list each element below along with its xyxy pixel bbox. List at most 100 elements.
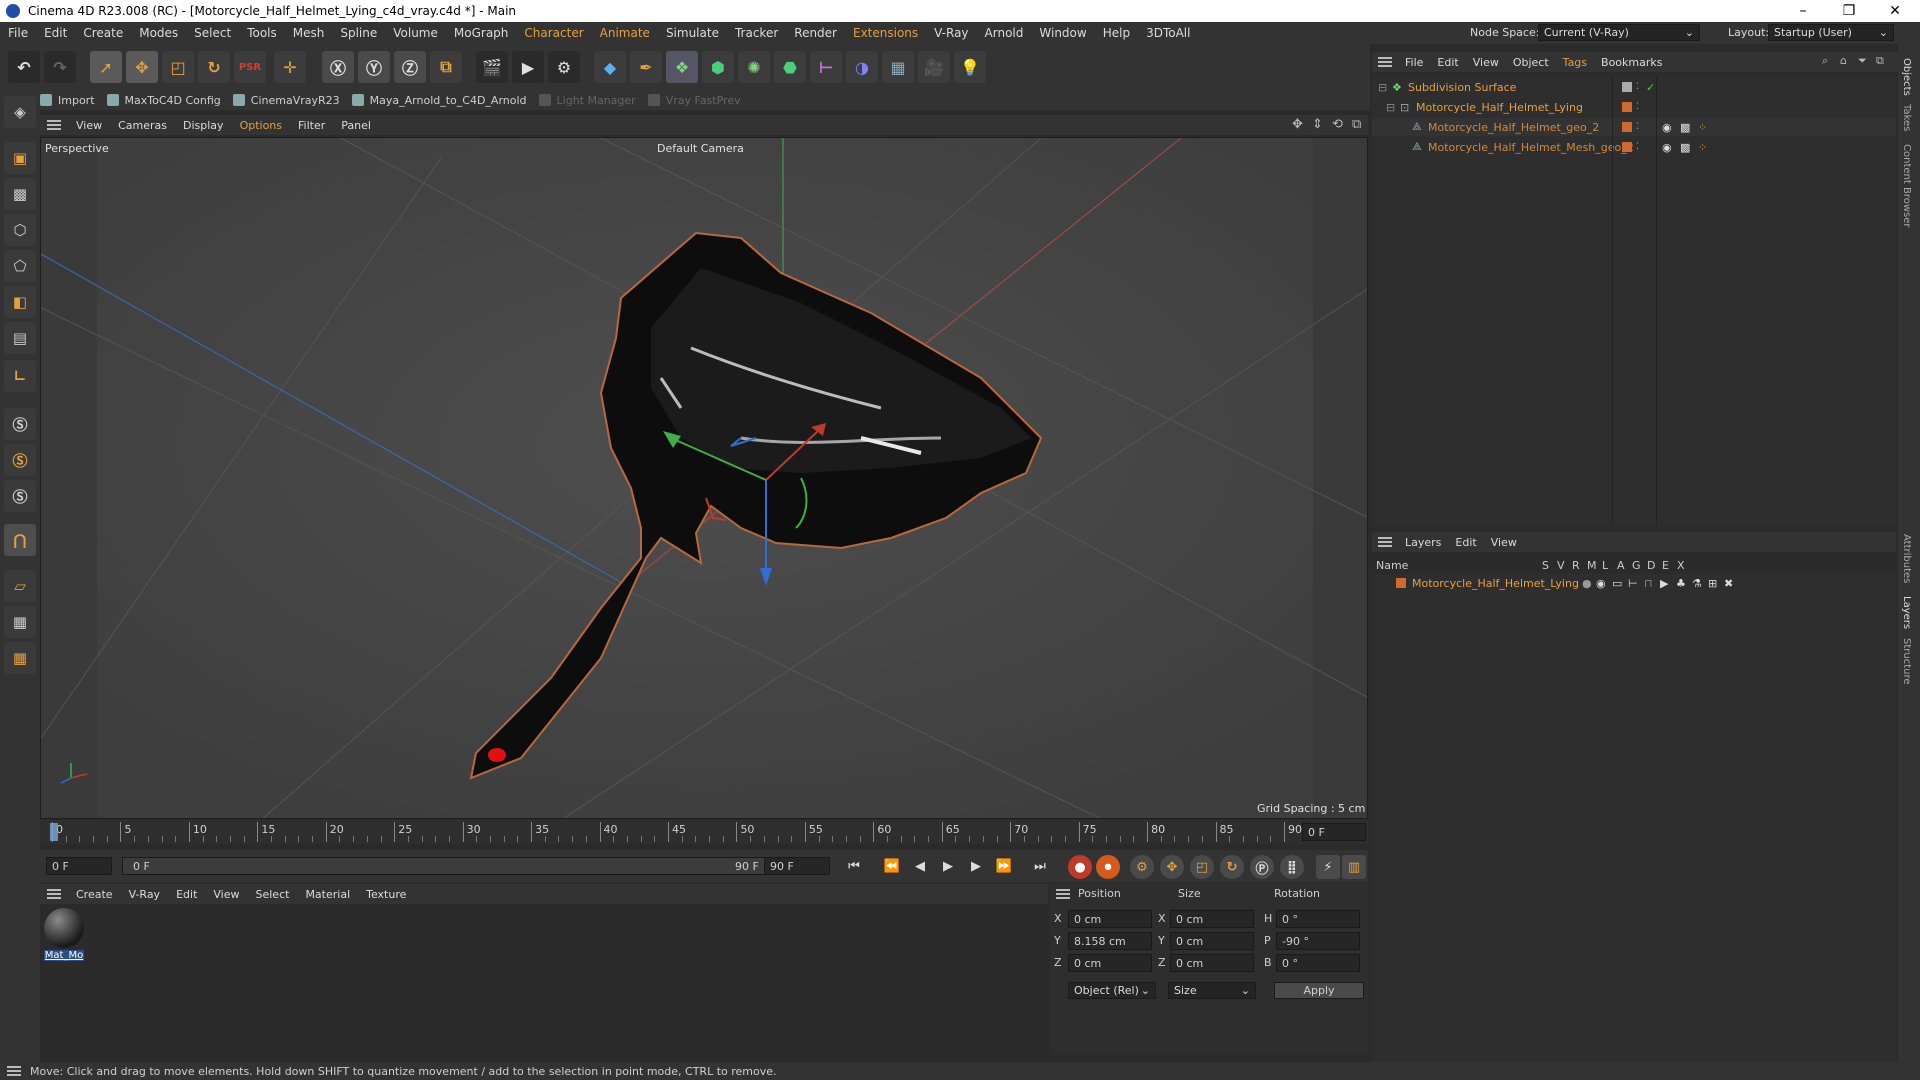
camera-name[interactable]: Default Camera [657, 142, 744, 155]
layer-menu-layers[interactable]: Layers [1398, 536, 1448, 549]
next-key-button[interactable]: ⏩ [994, 856, 1014, 876]
menu-modes[interactable]: Modes [131, 26, 186, 40]
rotate-tool-button[interactable]: ↻ [198, 51, 230, 83]
plugin-cinemavray[interactable]: CinemaVrayR23 [232, 94, 340, 107]
mograph-cloner-button[interactable]: ✺ [738, 51, 770, 83]
key-scale-button[interactable]: ◰ [1190, 855, 1214, 879]
plugin-vray-fastprev[interactable]: Vray FastPrev [647, 94, 741, 107]
tab-layers[interactable]: Layers [1901, 596, 1912, 629]
home-icon[interactable]: ⌂ [1840, 54, 1847, 67]
record-keys-button[interactable]: ● [1068, 855, 1092, 879]
visibility-dots-icon[interactable]: ⁚ [1636, 122, 1639, 132]
visibility-dots-icon[interactable]: ⁚ [1636, 82, 1639, 92]
previous-key-button[interactable]: ⏪ [882, 856, 902, 876]
plugin-maya-arnold[interactable]: Maya_Arnold_to_C4D_Arnold [351, 94, 527, 107]
size-field[interactable]: 0 cm [1170, 932, 1254, 950]
next-frame-button[interactable]: ▶ [966, 856, 986, 876]
cube-object-button[interactable]: ◆ [594, 51, 626, 83]
generators-icon[interactable]: ♣ [1676, 577, 1686, 590]
rotation-field[interactable]: -90 ° [1276, 932, 1360, 950]
menu-character[interactable]: Character [516, 26, 591, 40]
material-tag-icon[interactable]: ▩ [1680, 141, 1690, 154]
enabled-check-icon[interactable]: ✓ [1646, 81, 1655, 94]
edges-mode-button[interactable]: ⬠ [4, 250, 36, 282]
menu-v-ray[interactable]: V-Ray [926, 26, 976, 40]
search-icon[interactable]: ⌕ [1822, 54, 1828, 68]
field-button[interactable]: ◑ [846, 51, 878, 83]
go-to-end-button[interactable]: ⏭ [1030, 856, 1050, 876]
new-window-icon[interactable]: ⧉ [1876, 54, 1884, 68]
end-frame-field[interactable]: 90 F [764, 857, 830, 875]
material-menu-icon[interactable] [47, 889, 61, 899]
object-menu-bookmarks[interactable]: Bookmarks [1594, 56, 1669, 69]
y-axis-lock-button[interactable]: Ⓨ [358, 51, 390, 83]
node-space-select[interactable]: Current (V-Ray) ⌄ [1538, 24, 1700, 41]
object-menu-file[interactable]: File [1398, 56, 1430, 69]
material-tag-icon[interactable]: ▩ [1680, 121, 1690, 134]
solo-icon[interactable]: ● [1582, 577, 1592, 590]
position-field[interactable]: 0 cm [1068, 910, 1152, 928]
magnet-tool-button[interactable]: ⋂ [4, 524, 36, 556]
redo-button[interactable]: ↷ [44, 51, 76, 83]
expand-icon[interactable]: ⊟ [1378, 81, 1387, 94]
grid-button[interactable]: ▦ [4, 606, 36, 638]
menu-spline[interactable]: Spline [332, 26, 385, 40]
pan-view-icon[interactable]: ✥ [1292, 117, 1303, 132]
viewport-menu-view[interactable]: View [68, 119, 110, 132]
restore-button[interactable]: ❐ [1826, 0, 1872, 22]
menu-extensions[interactable]: Extensions [845, 26, 926, 40]
volume-builder-button[interactable]: ⬣ [774, 51, 806, 83]
camera-object-button[interactable]: 🎥 [918, 51, 950, 83]
material-menu-edit[interactable]: Edit [168, 888, 205, 901]
key-pla-button[interactable]: ⣿ [1280, 855, 1304, 879]
make-editable-button[interactable]: ◈ [4, 96, 36, 128]
menu-tracker[interactable]: Tracker [727, 26, 786, 40]
subdivision-button[interactable]: ❖ [666, 51, 698, 83]
object-menu-tags[interactable]: Tags [1556, 56, 1594, 69]
key-parameter-button[interactable]: Ⓟ [1250, 855, 1274, 879]
material-swatch[interactable]: Mat_Mo [44, 908, 84, 964]
dolly-view-icon[interactable]: ⇕ [1312, 117, 1323, 132]
rotation-field[interactable]: 0 ° [1276, 954, 1360, 972]
visible-eye-icon[interactable]: ◉ [1596, 577, 1606, 590]
maximize-view-icon[interactable]: ⧉ [1352, 117, 1361, 132]
size-field[interactable]: 0 cm [1170, 954, 1254, 972]
tab-structure[interactable]: Structure [1901, 638, 1912, 685]
layout-select[interactable]: Startup (User) ⌄ [1768, 24, 1894, 41]
lock-icon[interactable]: ⊓ [1644, 577, 1653, 590]
move-tool-button[interactable]: ✥ [126, 51, 158, 83]
xref-icon[interactable]: ✖ [1724, 577, 1733, 590]
motion-system-button[interactable]: ⚡ [1316, 855, 1340, 879]
phong-tag-icon[interactable]: ◉ [1662, 121, 1672, 134]
selection-tag-icon[interactable]: ⁘ [1698, 141, 1707, 154]
selection-tag-icon[interactable]: ⁘ [1698, 121, 1707, 134]
viewport-menu-options[interactable]: Options [232, 119, 290, 132]
material-menu-create[interactable]: Create [68, 888, 121, 901]
snap-button[interactable]: Ⓢ [4, 408, 36, 440]
playhead[interactable] [50, 823, 58, 841]
animation-icon[interactable]: ▶ [1660, 577, 1668, 590]
key-position-button[interactable]: ✥ [1160, 855, 1184, 879]
keyframe-selection-button[interactable]: ⚙ [1130, 855, 1154, 879]
minimize-button[interactable]: – [1780, 0, 1826, 22]
tab-takes[interactable]: Takes [1901, 104, 1912, 131]
render-settings-button[interactable]: ⚙ [548, 51, 580, 83]
material-menu-v-ray[interactable]: V-Ray [121, 888, 169, 901]
plugin-import[interactable]: Import [40, 94, 95, 107]
orbit-view-icon[interactable]: ⟲ [1332, 117, 1343, 132]
coordinate-system-button[interactable]: ✛ [274, 51, 306, 83]
deformers-icon[interactable]: ⚗ [1692, 577, 1702, 590]
z-axis-lock-button[interactable]: Ⓩ [394, 51, 426, 83]
viewport-menu-filter[interactable]: Filter [290, 119, 333, 132]
coordinate-mode-select[interactable]: Object (Rel) ⌄ [1068, 982, 1156, 999]
menu-render[interactable]: Render [786, 26, 845, 40]
texture-mode-button[interactable]: ▩ [4, 178, 36, 210]
position-field[interactable]: 0 cm [1068, 954, 1152, 972]
apply-button[interactable]: Apply [1274, 982, 1364, 999]
size-mode-select[interactable]: Size ⌄ [1168, 982, 1256, 999]
world-coordinates-button[interactable]: ⧉ [430, 51, 462, 83]
plugin-maxtoc4d[interactable]: MaxToC4D Config [106, 94, 221, 107]
object-row-helmet-lying[interactable]: ⊟ ⊡ Motorcycle_Half_Helmet_Lying ⁚ [1372, 98, 1896, 116]
model-mode-button[interactable]: ▣ [4, 142, 36, 174]
3d-viewport[interactable]: Perspective Default Camera Grid Spacing … [40, 137, 1368, 819]
